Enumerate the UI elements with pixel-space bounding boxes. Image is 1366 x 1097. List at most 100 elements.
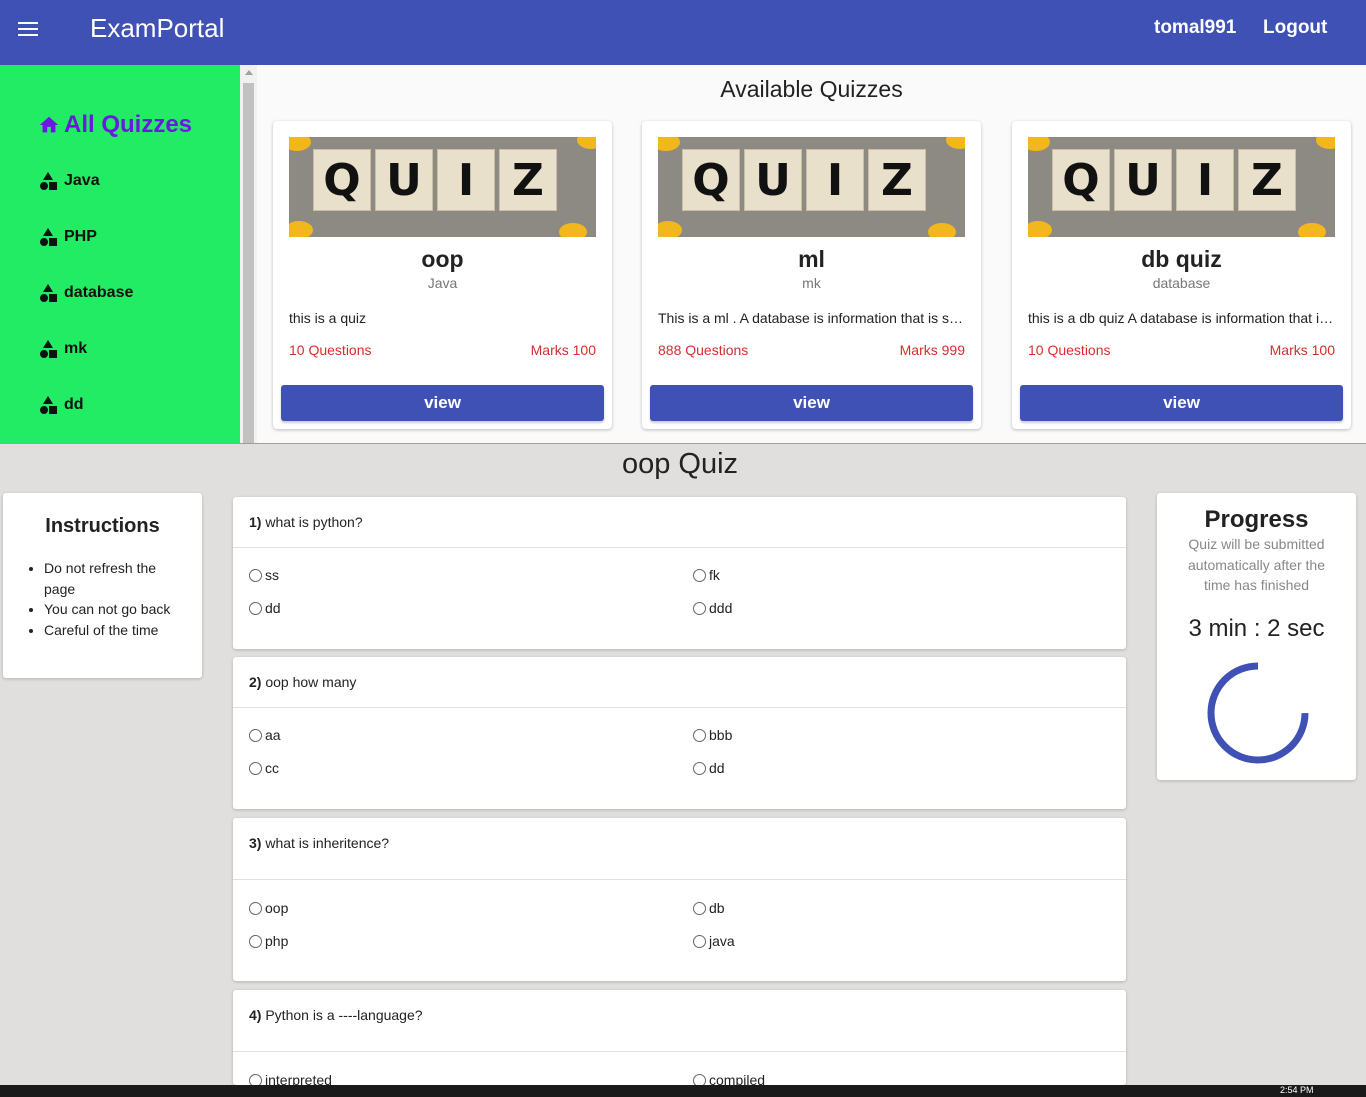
answer-option[interactable]: compiled <box>693 1072 765 1085</box>
question-text: 4) Python is a ----language? <box>249 1007 423 1023</box>
quiz-image: Q U I Z <box>658 137 965 237</box>
answer-option[interactable]: cc <box>249 760 279 776</box>
question-text: 3) what is inheritence? <box>249 835 390 851</box>
question-card: 4) Python is a ----language? interpreted… <box>233 990 1126 1085</box>
quiz-title: db quiz <box>1141 246 1222 272</box>
progress-card: Progress Quiz will be submitted automati… <box>1157 493 1356 780</box>
answer-option[interactable]: java <box>693 933 735 949</box>
category-icon <box>40 340 57 358</box>
radio-button[interactable] <box>249 568 262 582</box>
question-card: 2) oop how many aa bbb cc dd <box>233 657 1126 809</box>
radio-button[interactable] <box>249 1073 262 1085</box>
answer-option[interactable]: interpreted <box>249 1072 332 1085</box>
quiz-tile: U <box>1114 149 1172 211</box>
quiz-tile: Z <box>1238 149 1296 211</box>
quiz-category: database <box>1152 275 1211 291</box>
question-card: 1) what is python? ss fk dd ddd <box>233 497 1126 649</box>
quiz-tile: Q <box>313 149 371 211</box>
progress-spinner <box>1207 662 1309 764</box>
username-link[interactable]: tomal991 <box>1154 17 1236 39</box>
quiz-title: oop <box>421 246 464 272</box>
sidebar-title-label: All Quizzes <box>64 111 193 138</box>
instructions-list: Do not refresh the page You can not go b… <box>44 558 184 640</box>
quiz-category: Java <box>427 275 458 291</box>
category-sidebar: All Quizzes Java PHP database mk dd <box>0 65 240 443</box>
radio-button[interactable] <box>249 934 262 948</box>
sidebar-item-label: PHP <box>64 228 97 245</box>
quiz-marks: Marks 100 <box>530 342 596 358</box>
instruction-item: You can not go back <box>44 599 184 620</box>
view-quiz-button[interactable]: view <box>1020 385 1343 421</box>
quiz-card: Q U I Z db quiz database this is a db qu… <box>1012 121 1351 429</box>
progress-ring <box>1207 662 1309 764</box>
quiz-card: Q U I Z ml mk This is a ml . A database … <box>642 121 981 429</box>
quiz-image: Q U I Z <box>1028 137 1335 237</box>
radio-button[interactable] <box>693 728 706 742</box>
quiz-card: Q U I Z oop Java this is a quiz 10 Quest… <box>273 121 612 429</box>
answer-option[interactable]: dd <box>249 600 281 616</box>
scroll-up-arrow-icon[interactable] <box>245 70 253 75</box>
sidebar-item-java[interactable]: Java <box>38 171 100 191</box>
quiz-tile: U <box>744 149 802 211</box>
answer-option[interactable]: bbb <box>693 727 732 743</box>
category-icon <box>40 284 57 302</box>
answer-option[interactable]: dd <box>693 760 725 776</box>
page-title: Available Quizzes <box>720 76 903 102</box>
category-icon <box>40 396 57 414</box>
radio-button[interactable] <box>693 601 706 615</box>
sidebar-item-mk[interactable]: mk <box>38 339 87 359</box>
radio-button[interactable] <box>249 901 262 915</box>
quiz-tile: Q <box>1052 149 1110 211</box>
progress-title: Progress <box>1204 506 1309 533</box>
sidebar-item-all-quizzes[interactable]: All Quizzes <box>38 111 192 139</box>
answer-option[interactable]: ss <box>249 567 279 583</box>
top-navbar: ExamPortal tomal991 Logout <box>0 0 1366 65</box>
sidebar-item-dd[interactable]: dd <box>38 395 84 415</box>
quiz-image: Q U I Z <box>289 137 596 237</box>
radio-button[interactable] <box>693 1073 706 1085</box>
quiz-question-count: 888 Questions <box>658 342 749 358</box>
answer-option[interactable]: ddd <box>693 600 732 616</box>
quiz-tile: Z <box>499 149 557 211</box>
taskbar-clock: 2:54 PM <box>1280 1085 1314 1095</box>
quiz-heading: oop Quiz <box>621 448 739 480</box>
radio-button[interactable] <box>249 728 262 742</box>
question-text: 2) oop how many <box>249 674 357 690</box>
answer-option[interactable]: aa <box>249 727 281 743</box>
sidebar-item-php[interactable]: PHP <box>38 227 97 247</box>
radio-button[interactable] <box>249 761 262 775</box>
radio-button[interactable] <box>693 934 706 948</box>
quiz-title: ml <box>798 246 825 272</box>
sidebar-scrollbar[interactable] <box>240 65 257 443</box>
view-quiz-button[interactable]: view <box>650 385 973 421</box>
radio-button[interactable] <box>693 568 706 582</box>
answer-option[interactable]: oop <box>249 900 288 916</box>
instructions-card: Instructions Do not refresh the page You… <box>3 493 202 678</box>
quiz-marks: Marks 999 <box>899 342 965 358</box>
radio-button[interactable] <box>249 601 262 615</box>
hamburger-menu-icon[interactable] <box>18 22 38 38</box>
sidebar-item-database[interactable]: database <box>38 283 133 303</box>
quiz-question-count: 10 Questions <box>1028 342 1111 358</box>
category-icon <box>40 228 57 246</box>
answer-option[interactable]: fk <box>693 567 720 583</box>
logout-button[interactable]: Logout <box>1263 17 1327 39</box>
quiz-tile: U <box>375 149 433 211</box>
quiz-tile: I <box>437 149 495 211</box>
quiz-tile: I <box>1176 149 1234 211</box>
radio-button[interactable] <box>693 761 706 775</box>
radio-button[interactable] <box>693 901 706 915</box>
question-card: 3) what is inheritence? oop db php java <box>233 818 1126 981</box>
category-icon <box>40 172 57 190</box>
question-text: 1) what is python? <box>249 514 363 530</box>
instruction-item: Careful of the time <box>44 620 184 641</box>
quiz-description: this is a quiz <box>289 310 367 326</box>
sidebar-item-label: database <box>64 284 134 301</box>
home-icon <box>39 116 59 133</box>
view-quiz-button[interactable]: view <box>281 385 604 421</box>
os-taskbar: 2:54 PM <box>0 1085 1366 1097</box>
scrollbar-thumb[interactable] <box>243 83 254 443</box>
answer-option[interactable]: db <box>693 900 725 916</box>
app-brand[interactable]: ExamPortal <box>90 13 224 44</box>
answer-option[interactable]: php <box>249 933 288 949</box>
